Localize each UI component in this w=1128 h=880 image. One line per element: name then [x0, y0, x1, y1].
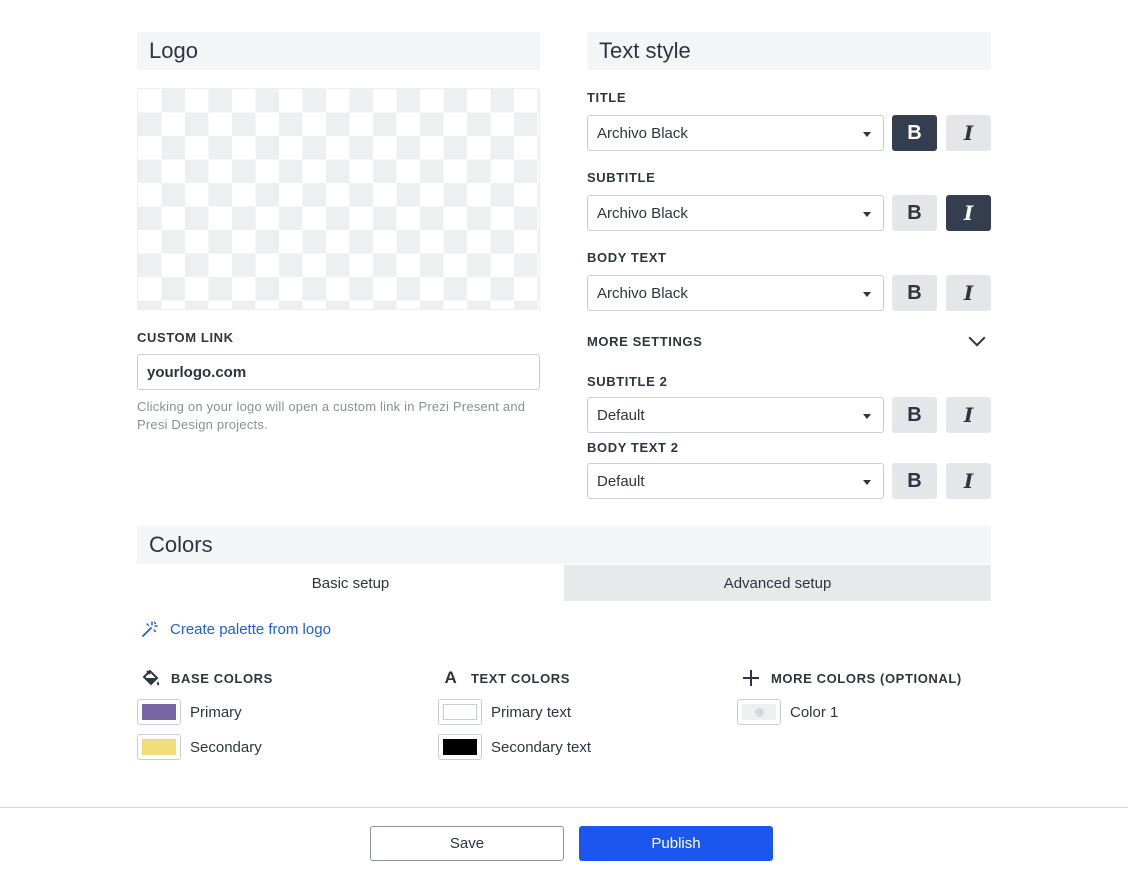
body-text-2-font-value: Default [597, 472, 645, 490]
subtitle-2-style-label: SUBTITLE 2 [587, 374, 668, 389]
text-colors-heading: A TEXT COLORS [440, 668, 570, 688]
colors-heading: Colors [137, 526, 991, 564]
text-color-secondary-label: Secondary text [491, 738, 592, 756]
base-colors-label: BASE COLORS [171, 670, 273, 686]
body-text-bold-button[interactable]: B [892, 275, 937, 311]
more-colors-heading: MORE COLORS (OPTIONAL) [740, 668, 962, 688]
text-color-secondary[interactable]: Secondary text [438, 734, 591, 760]
text-color-primary-label: Primary text [491, 703, 572, 721]
text-style-heading: Text style [587, 32, 991, 70]
create-palette-link[interactable]: Create palette from logo [140, 620, 331, 638]
paint-bucket-icon [140, 668, 162, 688]
subtitle-2-font-select[interactable]: Default [587, 397, 884, 433]
empty-color-dot-icon [754, 707, 764, 717]
body-text-style-label: BODY TEXT [587, 250, 667, 265]
text-colors-label: TEXT COLORS [471, 670, 571, 686]
footer-divider [0, 807, 1128, 808]
logo-upload-area[interactable] [137, 88, 540, 310]
base-colors-heading: BASE COLORS [140, 668, 273, 688]
body-text-font-select[interactable]: Archivo Black [587, 275, 884, 311]
more-color-1-label: Color 1 [790, 703, 839, 721]
subtitle-2-italic-button[interactable]: I [946, 397, 991, 433]
base-color-secondary[interactable]: Secondary [137, 734, 262, 760]
body-text-2-italic-button[interactable]: I [946, 463, 991, 499]
plus-icon [740, 668, 762, 688]
more-color-1[interactable]: Color 1 [737, 699, 838, 725]
caret-down-icon [863, 480, 871, 485]
subtitle-font-value: Archivo Black [597, 204, 688, 222]
custom-link-label: CUSTOM LINK [137, 330, 234, 345]
more-colors-label: MORE COLORS (OPTIONAL) [771, 670, 962, 686]
body-text-2-style-label: BODY TEXT 2 [587, 440, 679, 455]
custom-link-help-text: Clicking on your logo will open a custom… [137, 399, 526, 432]
base-color-secondary-label: Secondary [190, 738, 262, 756]
magic-wand-icon [140, 620, 158, 638]
subtitle-bold-button[interactable]: B [892, 195, 937, 231]
color-swatch [438, 734, 482, 760]
more-settings-toggle[interactable]: MORE SETTINGS [587, 329, 991, 352]
create-palette-label: Create palette from logo [170, 620, 331, 638]
text-color-primary[interactable]: Primary text [438, 699, 571, 725]
subtitle-style-label: SUBTITLE [587, 170, 656, 185]
letter-a-icon: A [444, 668, 458, 687]
body-text-italic-button[interactable]: I [946, 275, 991, 311]
title-bold-button[interactable]: B [892, 115, 937, 151]
subtitle-2-bold-button[interactable]: B [892, 397, 937, 433]
caret-down-icon [863, 414, 871, 419]
title-font-value: Archivo Black [597, 124, 688, 142]
caret-down-icon [863, 132, 871, 137]
base-color-primary[interactable]: Primary [137, 699, 242, 725]
save-button[interactable]: Save [370, 826, 564, 861]
base-color-primary-label: Primary [190, 703, 242, 721]
body-text-font-value: Archivo Black [597, 284, 688, 302]
subtitle-italic-button[interactable]: I [946, 195, 991, 231]
title-italic-button[interactable]: I [946, 115, 991, 151]
chevron-down-icon [968, 329, 986, 347]
subtitle-2-font-value: Default [597, 406, 645, 424]
custom-link-input[interactable] [137, 354, 540, 390]
logo-heading: Logo [137, 32, 540, 70]
caret-down-icon [863, 292, 871, 297]
publish-button[interactable]: Publish [579, 826, 773, 861]
body-text-2-bold-button[interactable]: B [892, 463, 937, 499]
subtitle-font-select[interactable]: Archivo Black [587, 195, 884, 231]
tab-basic-setup[interactable]: Basic setup [137, 565, 564, 601]
title-font-select[interactable]: Archivo Black [587, 115, 884, 151]
title-style-label: TITLE [587, 90, 627, 105]
color-swatch [137, 734, 181, 760]
tab-advanced-setup[interactable]: Advanced setup [564, 565, 991, 601]
more-settings-label: MORE SETTINGS [587, 334, 703, 349]
caret-down-icon [863, 212, 871, 217]
color-swatch [737, 699, 781, 725]
color-swatch [137, 699, 181, 725]
body-text-2-font-select[interactable]: Default [587, 463, 884, 499]
color-swatch [438, 699, 482, 725]
